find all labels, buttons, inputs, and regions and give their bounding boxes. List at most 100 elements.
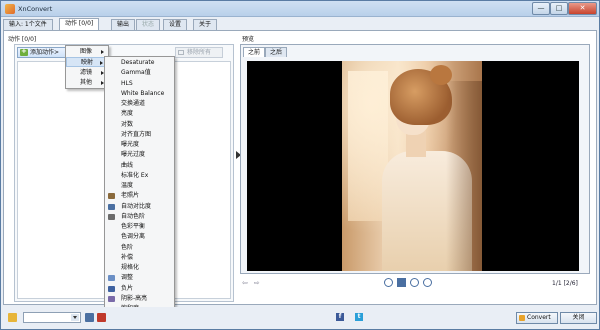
submenu-item-label: 温度 — [121, 182, 134, 189]
tab-actions[interactable]: 动作 [0/0] — [59, 18, 100, 30]
submenu-item[interactable]: 温度 — [105, 181, 174, 191]
preview-nav: ⇦ ⇨ — [242, 279, 266, 287]
xnconvert-app-icon — [5, 4, 15, 14]
add-action-menu: 图像 映射 滤镜 其他 — [65, 45, 109, 89]
submenu-item-label: 老照片 — [121, 192, 140, 200]
submenu-item[interactable]: 交换通道 — [105, 99, 174, 109]
preview-image — [342, 61, 482, 271]
submenu-item[interactable]: 色阶 — [105, 243, 174, 253]
submenu-item[interactable]: 色调分离 — [105, 232, 174, 242]
submenu-item-label: 自动色阶 — [121, 212, 146, 220]
title-bar: XnConvert — □ ✕ — [1, 1, 599, 17]
menu-item-map[interactable]: 映射 — [66, 57, 108, 67]
menu-item-image[interactable]: 图像 — [66, 47, 108, 57]
submenu-item[interactable]: 曝光度 — [105, 140, 174, 150]
add-icon — [20, 47, 28, 56]
tab-before[interactable]: 之前 — [243, 47, 266, 57]
submenu-item[interactable]: 负片 — [105, 284, 174, 294]
menu-item-filter[interactable]: 滤镜 — [66, 68, 108, 78]
tab-settings[interactable]: 设置 — [163, 19, 188, 30]
old-photo-icon — [108, 193, 115, 200]
bottom-bar: f t Convert 关闭 — [1, 307, 599, 329]
tab-output[interactable]: 输出 — [111, 19, 136, 30]
save-icon[interactable] — [85, 313, 94, 322]
twitter-icon[interactable]: t — [355, 313, 363, 321]
submenu-arrow-icon — [100, 61, 103, 65]
submenu-item-label: HLS — [121, 79, 133, 87]
submenu-item[interactable]: 补偿 — [105, 253, 174, 263]
tab-after[interactable]: 之后 — [265, 47, 288, 57]
adjust-icon — [108, 275, 115, 282]
submenu-item[interactable]: 曲线 — [105, 161, 174, 171]
submenu-item[interactable]: 老照片 — [105, 191, 174, 201]
prev-arrow-icon[interactable]: ⇦ — [242, 279, 248, 287]
submenu-item[interactable]: 标准化 Ex — [105, 171, 174, 181]
submenu-item[interactable]: 规格化 — [105, 263, 174, 273]
window-title: XnConvert — [18, 5, 53, 13]
app-window: XnConvert — □ ✕ 输入: 1个文件 动作 [0/0] 输出 状态 … — [0, 0, 600, 330]
zoom-out-icon[interactable] — [423, 278, 432, 287]
tab-status: 状态 — [136, 19, 161, 30]
submenu-item[interactable]: 对数 — [105, 120, 174, 130]
submenu-item-label: 自动对比度 — [121, 202, 152, 210]
minimize-button[interactable]: — — [532, 2, 550, 15]
submenu-item[interactable]: HLS — [105, 79, 174, 89]
submenu-item[interactable]: White Balance — [105, 89, 174, 99]
submenu-item[interactable]: 调整 — [105, 273, 174, 283]
maximize-button[interactable]: □ — [550, 2, 568, 15]
submenu-item-label: 曝光过度 — [121, 151, 146, 159]
tab-input[interactable]: 输入: 1个文件 — [3, 19, 53, 30]
next-arrow-icon[interactable]: ⇨ — [254, 279, 260, 287]
submenu-item-label: 负片 — [121, 284, 134, 292]
facebook-icon[interactable]: f — [336, 313, 344, 321]
actions-header: 动作 [0/0] — [8, 36, 37, 43]
submenu-item-label: White Balance — [121, 89, 165, 97]
submenu-arrow-icon — [101, 50, 104, 54]
tab-about[interactable]: 关于 — [193, 19, 218, 30]
submenu-item-label: 交换通道 — [121, 100, 146, 107]
negative-icon — [108, 285, 115, 292]
submenu-item[interactable]: Gamma值 — [105, 68, 174, 78]
page-indicator: 1/1 [2/6] — [552, 280, 578, 287]
submenu-item[interactable]: 曝光过度 — [105, 150, 174, 160]
preview-canvas — [247, 61, 579, 271]
remove-icon — [178, 50, 184, 55]
submenu-item-label: Gamma值 — [121, 69, 151, 77]
map-submenu: Desaturate Gamma值 HLS White Balance 交换通道亮度对数… — [104, 56, 175, 326]
close-window-button[interactable]: ✕ — [568, 2, 597, 15]
submenu-item-label: 补偿 — [121, 253, 134, 261]
menu-item-other[interactable]: 其他 — [66, 78, 108, 88]
add-action-label: 添加动作> — [30, 49, 60, 56]
auto-levels-icon — [108, 213, 115, 220]
zoom-in-icon[interactable] — [384, 278, 393, 287]
submenu-item-label: Desaturate — [121, 59, 155, 66]
delete-icon[interactable] — [97, 313, 106, 322]
submenu-item-label: 曲线 — [121, 161, 134, 169]
submenu-item-label: 色彩平衡 — [121, 223, 146, 230]
remove-all-label: 移除所有 — [187, 49, 212, 56]
close-button[interactable]: 关闭 — [560, 312, 597, 324]
fit-window-icon[interactable] — [397, 278, 406, 287]
submenu-item[interactable]: 亮度 — [105, 109, 174, 119]
submenu-item-label: 调整 — [121, 274, 134, 282]
submenu-item-label: 规格化 — [121, 264, 140, 271]
submenu-item[interactable]: 色彩平衡 — [105, 222, 174, 232]
preview-panel: 之前 之后 — [240, 44, 590, 274]
zoom-actual-icon[interactable] — [410, 278, 419, 287]
convert-icon — [519, 315, 525, 321]
submenu-item[interactable]: 自动色阶 — [105, 212, 174, 222]
submenu-item-label: 色阶 — [121, 243, 134, 251]
convert-button[interactable]: Convert — [516, 312, 558, 324]
remove-all-button: 移除所有 — [175, 47, 223, 58]
convert-label: Convert — [527, 314, 551, 321]
open-folder-icon[interactable] — [8, 313, 17, 322]
submenu-item-label: 亮度 — [121, 110, 134, 118]
auto-contrast-icon — [108, 203, 115, 210]
submenu-item[interactable]: Desaturate — [105, 58, 174, 68]
submenu-item[interactable]: 对齐直方图 — [105, 130, 174, 140]
submenu-item-label: 曝光度 — [121, 141, 140, 148]
submenu-item[interactable]: 自动对比度 — [105, 202, 174, 212]
submenu-item[interactable]: 阴影-高亮 — [105, 294, 174, 304]
preset-dropdown[interactable] — [23, 312, 81, 323]
chevron-down-icon — [71, 314, 79, 321]
